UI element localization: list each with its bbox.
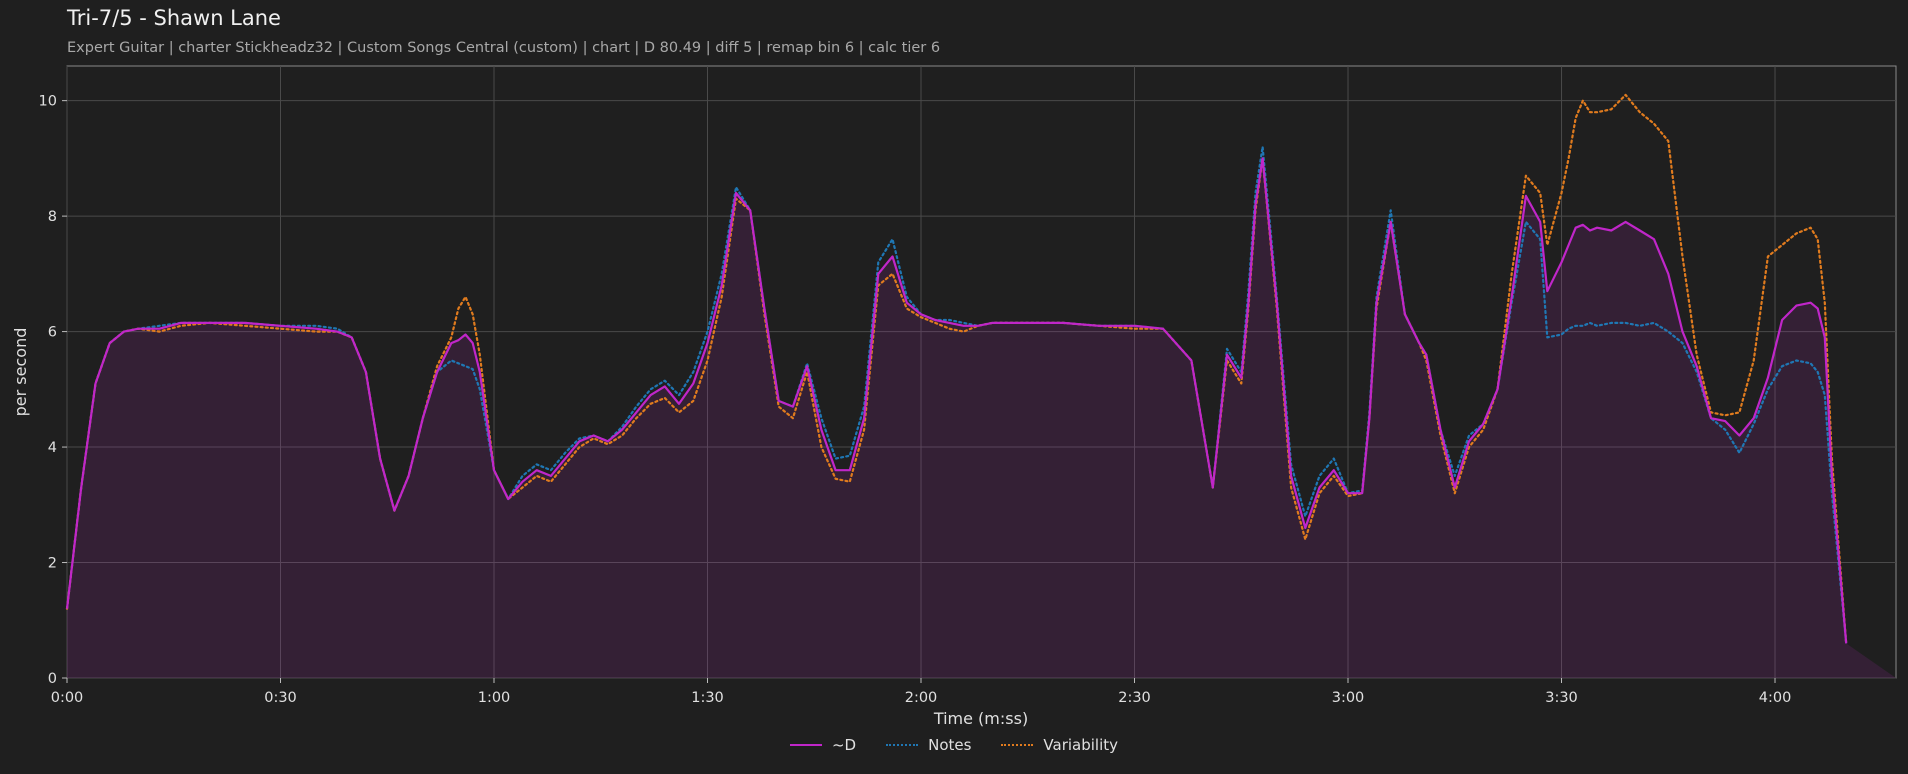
x-tick-label: 1:30	[691, 690, 724, 706]
y-tick-label: 4	[48, 440, 57, 456]
y-axis: 0 2 4 6 8 10	[39, 94, 67, 687]
y-tick-label: 0	[48, 671, 57, 687]
legend-swatch	[789, 744, 822, 746]
y-tick-label: 6	[48, 325, 57, 341]
x-tick-label: 2:00	[905, 690, 938, 706]
legend-label: ~D	[831, 736, 857, 754]
x-tick-label: 0:30	[264, 690, 297, 706]
legend-swatch	[886, 744, 919, 746]
x-tick-label: 3:30	[1545, 690, 1578, 706]
x-tick-label: 0:00	[51, 690, 84, 706]
legend-item: Notes	[886, 736, 971, 754]
legend-item: Variability	[1001, 736, 1118, 754]
x-tick-label: 2:30	[1118, 690, 1151, 706]
line-chart: 0:00 0:30 1:00 1:30 2:00 2:30 3:00 3:30 4:00 0 2 4…	[11, 65, 1897, 728]
x-axis-label: Time (m:ss)	[933, 709, 1028, 728]
x-tick-label: 1:00	[478, 690, 511, 706]
y-axis-label: per second	[11, 328, 30, 417]
y-tick-label: 2	[48, 556, 57, 572]
x-tick-label: 3:00	[1332, 690, 1365, 706]
legend-item: ~D	[789, 736, 857, 754]
y-tick-label: 8	[48, 209, 57, 225]
y-tick-label: 10	[39, 94, 57, 110]
legend-label: Variability	[1043, 736, 1119, 754]
legend-label: Notes	[928, 736, 972, 754]
legend: ~D Notes Variability	[0, 736, 1908, 754]
x-tick-label: 4:00	[1759, 690, 1792, 706]
x-axis: 0:00 0:30 1:00 1:30 2:00 2:30 3:00 3:30 4:00	[51, 678, 1792, 706]
legend-swatch	[1001, 744, 1034, 746]
